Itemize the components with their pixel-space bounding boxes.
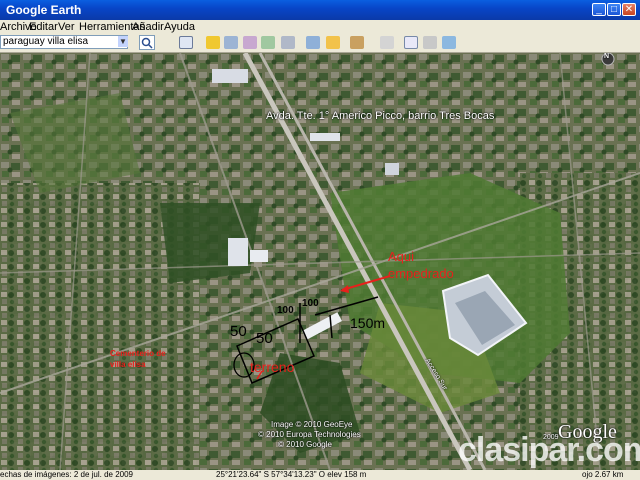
placemark-icon[interactable]	[206, 36, 220, 49]
map-view-icon[interactable]	[442, 36, 456, 49]
aqui-label: Aqui	[388, 249, 415, 264]
dimension-100-b: 100	[302, 298, 319, 309]
menu-bar: Archivo Editar Ver Herramientas Añadir A…	[0, 20, 640, 35]
dimension-50-b: 50	[256, 330, 273, 347]
ruler-icon[interactable]	[380, 36, 394, 49]
road-label: Avda. Tte. 1° Americo Picco, barrio Tres…	[266, 110, 495, 122]
search-input[interactable]: paraguay villa elisa	[0, 35, 128, 49]
planets-icon[interactable]	[350, 36, 364, 49]
title-bar: Google Earth _ □ ✕	[0, 0, 640, 20]
toolbar: paraguay villa elisa ▼	[0, 34, 640, 53]
cursor-coordinates: 25°21'23.64" S 57°34'13.23" O elev 158 m	[216, 470, 367, 479]
chevron-down-icon[interactable]: ▼	[118, 36, 128, 47]
dimension-50-a: 50	[230, 323, 247, 340]
map-view[interactable]: N Avda. Tte. 1° Americo Picco, barrio Tr…	[0, 53, 640, 470]
dimension-100-a: 100	[277, 305, 294, 316]
sunlight-icon[interactable]	[326, 36, 340, 49]
imagery-credit-3: © 2010 Google	[278, 440, 332, 449]
empedrado-label: empedrado	[388, 266, 454, 281]
search-icon	[141, 37, 153, 49]
print-icon[interactable]	[423, 36, 437, 49]
menu-editar[interactable]: Editar	[29, 21, 58, 33]
maximize-button[interactable]: □	[607, 3, 621, 16]
status-bar: echas de imágenes: 2 de jul. de 2009 25°…	[0, 470, 640, 480]
menu-ayuda[interactable]: Ayuda	[164, 21, 195, 33]
sidebar-toggle-icon[interactable]	[179, 36, 193, 49]
dimension-150m: 150m	[350, 315, 386, 331]
cementerio-label: Cementerio de	[110, 349, 166, 358]
terreno-label: terreno	[250, 359, 295, 375]
email-icon[interactable]	[404, 36, 418, 49]
clasipar-watermark: clasipar.com	[458, 431, 640, 469]
image-overlay-icon[interactable]	[261, 36, 275, 49]
window-title: Google Earth	[6, 3, 82, 17]
compass-icon[interactable]: N	[604, 53, 609, 60]
eye-altitude: ojo 2.67 km	[582, 470, 624, 479]
historical-imagery-icon[interactable]	[306, 36, 320, 49]
path-icon[interactable]	[243, 36, 257, 49]
villa-elisa-label: villa elisa	[110, 360, 146, 369]
menu-anadir[interactable]: Añadir	[132, 21, 164, 33]
search-button[interactable]	[139, 35, 155, 50]
imagery-date: echas de imágenes: 2 de jul. de 2009	[0, 470, 133, 479]
close-button[interactable]: ✕	[622, 3, 636, 16]
imagery-credit-1: Image © 2010 GeoEye	[271, 420, 353, 429]
tour-icon[interactable]	[281, 36, 295, 49]
imagery-credit-2: © 2010 Europa Technologies	[258, 430, 361, 439]
minimize-button[interactable]: _	[592, 3, 606, 16]
menu-ver[interactable]: Ver	[58, 21, 75, 33]
polygon-icon[interactable]	[224, 36, 238, 49]
